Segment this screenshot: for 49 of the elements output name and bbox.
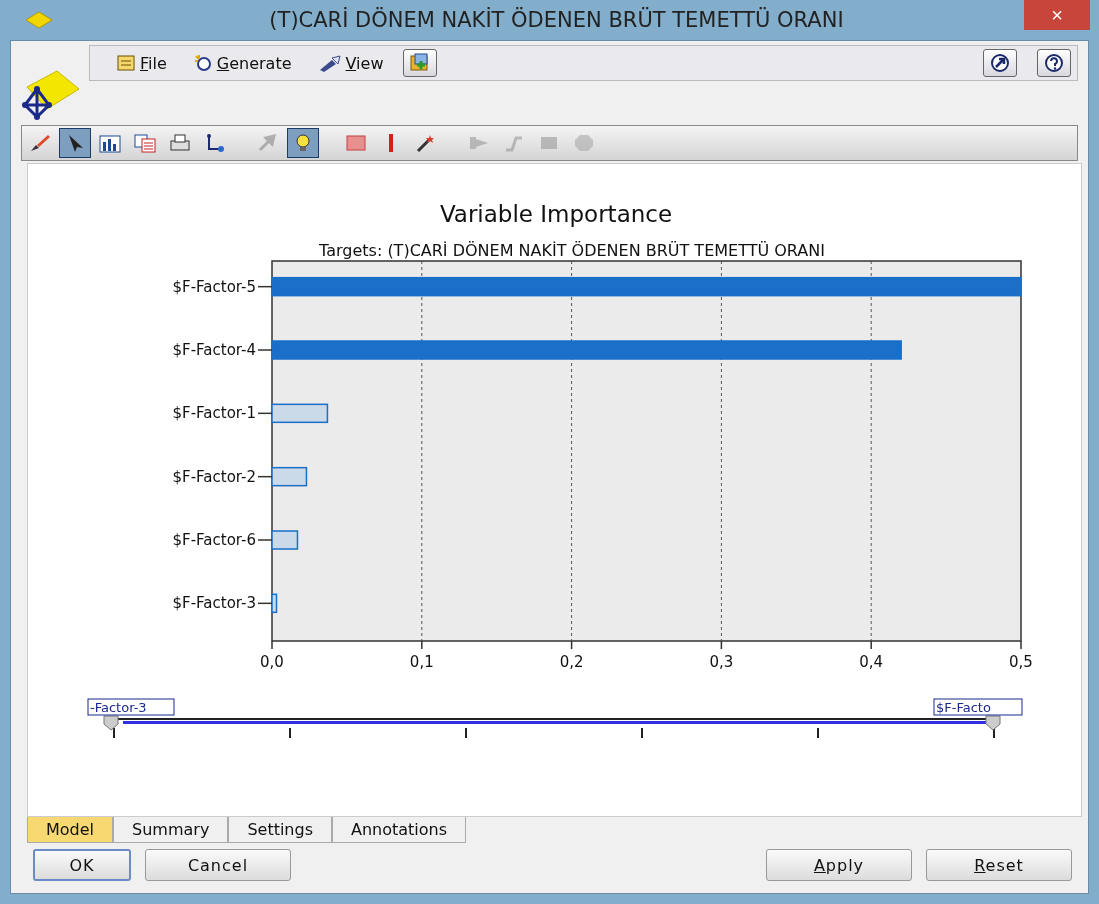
tick-label: 0,2 <box>559 653 584 671</box>
rect-icon <box>344 132 368 154</box>
octagon-icon <box>572 132 596 154</box>
tick-label: 0,4 <box>859 653 884 671</box>
diamond-icon <box>24 10 54 30</box>
bar <box>271 403 329 424</box>
bar <box>271 593 278 614</box>
range-label: -Factor-3 <box>87 698 175 716</box>
tick-label: 0,0 <box>260 653 284 671</box>
bar <box>271 466 308 487</box>
tab[interactable]: Settings <box>228 817 332 843</box>
print-icon <box>168 132 192 154</box>
tab[interactable]: Summary <box>113 817 229 843</box>
menu-item[interactable]: File <box>110 53 173 73</box>
tick-label: 0,5 <box>1009 653 1033 671</box>
brush-icon <box>28 132 52 154</box>
dialog-button[interactable]: Apply <box>766 849 912 881</box>
axis-label: $F-Factor-4 <box>172 341 256 359</box>
menu-item[interactable]: Generate <box>186 53 298 73</box>
launch-button[interactable] <box>983 49 1017 77</box>
window-title: (T)CARİ DÖNEM NAKİT ÖDENEN BRÜT TEMETTÜ ORANI <box>269 8 844 32</box>
axis-label: $F-Factor-5 <box>172 277 256 296</box>
chart-subtitle: Targets: (T)CARİ DÖNEM NAKİT ÖDENEN BRÜT TEMETTÜ ORANI <box>319 241 825 260</box>
tick-label: 0,1 <box>409 653 434 671</box>
axis-label: $F-Factor-2 <box>172 467 256 486</box>
dialog-button[interactable]: OK <box>33 849 131 881</box>
toolbar-button[interactable] <box>59 128 91 158</box>
tab[interactable]: Model <box>27 817 114 843</box>
close-button[interactable]: × <box>1024 0 1090 30</box>
help-icon <box>1043 53 1065 73</box>
tab[interactable]: Annotations <box>332 817 467 843</box>
tick-label: 0,3 <box>709 653 734 671</box>
chart-title: Variable Importance <box>439 201 673 227</box>
table-icon <box>133 132 157 154</box>
help-button[interactable] <box>1037 49 1071 77</box>
axis-label: $F-Factor-1 <box>172 404 256 423</box>
chart-icon <box>98 132 122 154</box>
bar-icon <box>387 132 395 154</box>
toolbar-button[interactable] <box>287 128 319 158</box>
axis-label: $F-Factor-3 <box>172 594 256 613</box>
axis-label: $F-Factor-6 <box>172 531 256 549</box>
menu-item[interactable]: View <box>311 53 390 73</box>
dialog-button[interactable]: Cancel <box>145 849 291 881</box>
sparkle-icon <box>192 54 213 72</box>
bar <box>271 530 299 550</box>
add-stream-button[interactable] <box>403 49 438 77</box>
document-icon <box>116 54 136 72</box>
dialog-button[interactable]: Reset <box>926 849 1072 881</box>
range-label: $F-Facto <box>933 698 1023 716</box>
